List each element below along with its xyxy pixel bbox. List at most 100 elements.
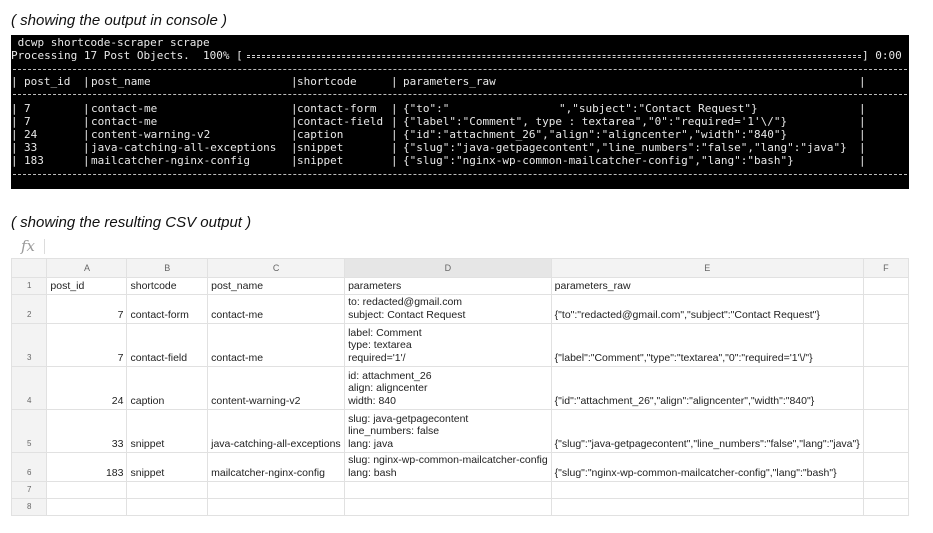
formula-bar-divider — [44, 239, 45, 254]
cell-parameters[interactable]: slug: nginx-wp-common-mailcatcher-config… — [344, 452, 552, 482]
parameters-line: lang: java — [348, 437, 394, 450]
cell-shortcode[interactable] — [126, 481, 209, 499]
cell-empty[interactable] — [862, 294, 910, 324]
table-bottom-border — [13, 174, 907, 175]
cell-shortcode[interactable]: caption — [126, 366, 209, 410]
cell-parameters[interactable]: label: Comment type: textarea required='1'… — [344, 323, 552, 367]
cell-shortcode[interactable]: snippet — [126, 409, 209, 453]
parameters-line: to: redacted@gmail.com — [348, 296, 463, 308]
cell-post-name[interactable]: mailcatcher-nginx-config — [207, 452, 346, 482]
cell-post-id[interactable]: 33 — [46, 409, 128, 453]
parameters-line: slug: nginx-wp-common-mailcatcher-config — [348, 454, 548, 466]
parameters-line: align: aligncenter — [348, 382, 428, 394]
row-header[interactable]: 8 — [10, 498, 48, 516]
table-pipe: | — [83, 128, 90, 141]
table-pipe: | — [391, 115, 398, 128]
cell-empty[interactable] — [862, 277, 910, 295]
fx-icon: fx — [21, 237, 36, 255]
column-header-e[interactable]: E — [550, 258, 864, 278]
parameters-line: label: Comment — [348, 326, 422, 339]
column-header-b[interactable]: B — [126, 258, 209, 278]
cell-parameters-raw[interactable]: {"slug":"java-getpagecontent","line_numb… — [550, 409, 864, 453]
cell-shortcode[interactable]: shortcode — [126, 277, 209, 295]
cell-parameters-raw[interactable]: {"id":"attachment_26","align":"aligncent… — [550, 366, 864, 410]
row-shortcode: contact-form — [297, 102, 377, 115]
formula-input[interactable] — [51, 239, 651, 255]
parameters-line: type: textarea — [348, 339, 412, 351]
csv-caption: ( showing the resulting CSV output ) — [11, 214, 252, 231]
table-pipe: | — [859, 154, 866, 167]
cell-parameters[interactable]: parameters — [344, 277, 552, 295]
select-all-corner[interactable] — [10, 258, 48, 278]
table-header-border — [13, 94, 907, 95]
sheet-row: 3 7 contact-field contact-me label: Comment t… — [10, 323, 910, 367]
cell-parameters[interactable]: to: redacted@gmail.com subject: Contact R… — [344, 294, 552, 324]
table-pipe: | — [11, 154, 18, 167]
column-header-c[interactable]: C — [207, 258, 346, 278]
cell-post-name[interactable] — [207, 498, 346, 516]
cell-post-name[interactable]: post_name — [207, 277, 346, 295]
row-header[interactable]: 1 — [10, 277, 48, 295]
cell-post-id[interactable] — [46, 498, 128, 516]
console-progress-line: Processing 17 Post Objects. 100% [ ] 0:0… — [11, 49, 909, 62]
cell-empty[interactable] — [862, 498, 910, 516]
cell-parameters[interactable] — [344, 498, 552, 516]
cell-parameters-raw[interactable]: {"to":"redacted@gmail.com","subject":"Co… — [550, 294, 864, 324]
console-table-row: | | | | | 24 content-warning-v2 caption {"id":"a… — [11, 128, 909, 141]
row-header[interactable]: 4 — [10, 366, 48, 410]
row-parameters-raw: {"slug":"nginx-wp-common-mailcatcher-con… — [403, 154, 794, 167]
cell-parameters[interactable]: slug: java-getpagecontent line_numbers: f… — [344, 409, 552, 453]
cell-post-name[interactable]: content-warning-v2 — [207, 366, 346, 410]
parameters-line: line_numbers: false — [348, 425, 440, 437]
row-post-id: 24 — [24, 128, 38, 141]
cell-empty[interactable] — [862, 452, 910, 482]
cell-post-id[interactable] — [46, 481, 128, 499]
row-header[interactable]: 5 — [10, 409, 48, 453]
sheet-row: 2 7 contact-form contact-me to: redacted@gma… — [10, 294, 910, 324]
cell-parameters-raw[interactable]: {"slug":"nginx-wp-common-mailcatcher-con… — [550, 452, 864, 482]
row-post-id: 7 — [24, 102, 31, 115]
cell-empty[interactable] — [862, 323, 910, 367]
column-header-a[interactable]: A — [46, 258, 128, 278]
console-caption: ( showing the output in console ) — [11, 12, 227, 29]
sheet-row: 5 33 snippet java-catching-all-exceptions sl… — [10, 409, 910, 453]
header-shortcode: shortcode — [297, 75, 357, 88]
row-parameters-raw: {"to":" — [403, 102, 509, 115]
row-header[interactable]: 7 — [10, 481, 48, 499]
table-pipe: | — [11, 75, 18, 88]
cell-parameters-raw[interactable]: {"label":"Comment","type":"textarea","0"… — [550, 323, 864, 367]
cell-post-id[interactable]: 7 — [46, 323, 128, 367]
row-shortcode: caption — [297, 128, 344, 141]
cell-post-name[interactable]: java-catching-all-exceptions — [207, 409, 346, 453]
cell-post-name[interactable]: contact-me — [207, 323, 346, 367]
row-header[interactable]: 3 — [10, 323, 48, 367]
cell-shortcode[interactable]: contact-field — [126, 323, 209, 367]
cell-empty[interactable] — [862, 366, 910, 410]
console-window: dcwp shortcode-scraper scrape Processing… — [11, 35, 909, 189]
console-command: dcwp shortcode-scraper scrape — [11, 36, 210, 49]
row-shortcode: snippet — [297, 141, 344, 154]
cell-post-id[interactable]: 7 — [46, 294, 128, 324]
cell-shortcode[interactable] — [126, 498, 209, 516]
progress-bar — [247, 55, 861, 58]
cell-empty[interactable] — [862, 409, 910, 453]
cell-post-id[interactable]: post_id — [46, 277, 128, 295]
column-header-d[interactable]: D — [344, 258, 552, 278]
cell-parameters-raw[interactable]: parameters_raw — [550, 277, 864, 295]
cell-parameters-raw[interactable] — [550, 481, 864, 499]
column-header-f[interactable]: F — [862, 258, 910, 278]
cell-parameters[interactable]: id: attachment_26 align: aligncenter width… — [344, 366, 552, 410]
cell-post-name[interactable] — [207, 481, 346, 499]
cell-parameters[interactable] — [344, 481, 552, 499]
row-header[interactable]: 2 — [10, 294, 48, 324]
cell-parameters-raw[interactable] — [550, 498, 864, 516]
cell-empty[interactable] — [862, 481, 910, 499]
cell-post-id[interactable]: 24 — [46, 366, 128, 410]
cell-post-name[interactable]: contact-me — [207, 294, 346, 324]
cell-post-id[interactable]: 183 — [46, 452, 128, 482]
row-header[interactable]: 6 — [10, 452, 48, 482]
table-pipe: | — [391, 102, 398, 115]
progress-label: Processing 17 Post Objects. 100% [ — [11, 49, 243, 62]
cell-shortcode[interactable]: snippet — [126, 452, 209, 482]
cell-shortcode[interactable]: contact-form — [126, 294, 209, 324]
